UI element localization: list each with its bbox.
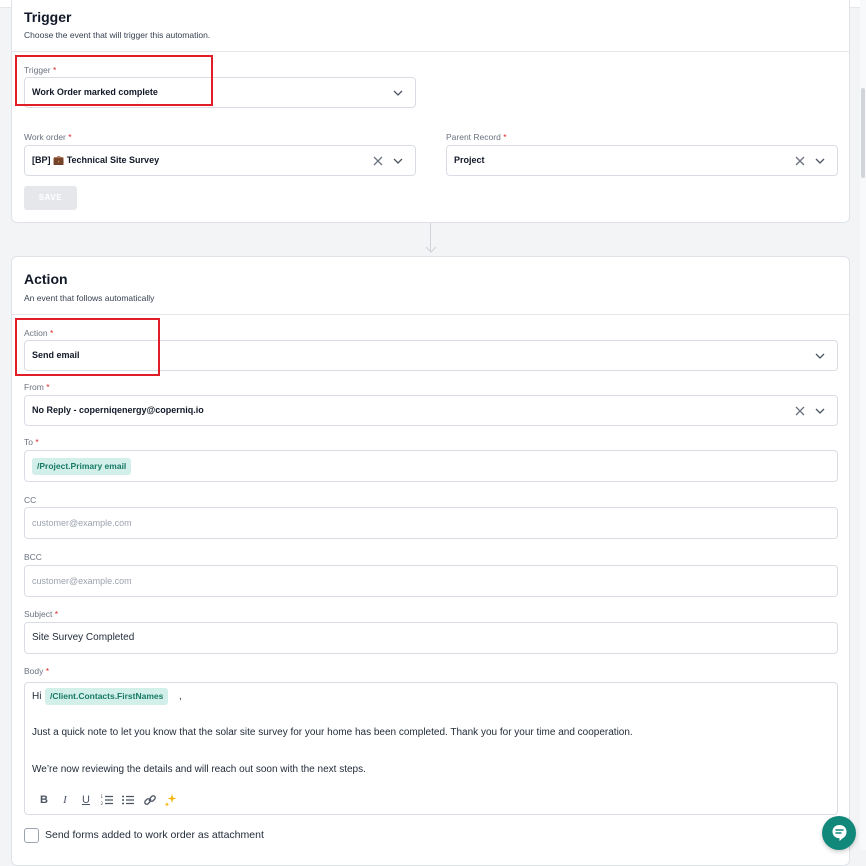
chevron-down-icon[interactable] xyxy=(391,86,405,100)
save-button[interactable]: SAVE xyxy=(24,186,77,210)
body-label: Body * xyxy=(24,666,50,676)
chevron-down-icon[interactable] xyxy=(813,154,827,168)
to-token[interactable]: /Project.Primary email xyxy=(32,458,132,475)
scrollbar[interactable] xyxy=(860,0,866,850)
to-label: To * xyxy=(24,437,39,447)
from-label: From * xyxy=(24,382,50,392)
to-input[interactable]: /Project.Primary email xyxy=(24,450,838,482)
chat-icon xyxy=(832,825,847,841)
attachment-checkbox-label: Send forms added to work order as attach… xyxy=(45,829,264,841)
body-greeting-suffix: , xyxy=(179,691,182,702)
chevron-down-icon[interactable] xyxy=(813,349,827,363)
underline-button[interactable]: U xyxy=(79,793,93,807)
trigger-title: Trigger xyxy=(24,9,72,25)
from-select[interactable]: No Reply - coperniqenergy@coperniq.io xyxy=(24,395,838,426)
body-greeting: Hi xyxy=(32,691,42,702)
from-value: No Reply - coperniqenergy@coperniq.io xyxy=(32,405,204,415)
bcc-label: BCC xyxy=(24,552,42,562)
clear-icon[interactable] xyxy=(793,154,807,168)
chat-button[interactable] xyxy=(822,816,856,850)
trigger-highlight xyxy=(15,55,213,106)
parent-record-label: Parent Record * xyxy=(446,132,507,142)
bold-button[interactable]: B xyxy=(37,793,51,807)
chevron-down-icon[interactable] xyxy=(813,404,827,418)
clear-icon[interactable] xyxy=(371,154,385,168)
action-subtitle: An event that follows automatically xyxy=(24,293,155,303)
bcc-input[interactable]: customer@example.com xyxy=(24,565,838,597)
parent-record-value: Project xyxy=(454,155,485,165)
clear-icon[interactable] xyxy=(793,404,807,418)
action-title: Action xyxy=(24,271,68,287)
trigger-subtitle: Choose the event that will trigger this … xyxy=(24,30,211,40)
cc-label: CC xyxy=(24,495,37,505)
subject-input[interactable]: Site Survey Completed xyxy=(24,622,838,654)
body-editor[interactable]: Hi /Client.Contacts.FirstNames , Just a … xyxy=(24,682,838,815)
trigger-divider xyxy=(12,51,849,52)
arrow-down-icon xyxy=(425,246,437,253)
svg-text:1: 1 xyxy=(101,794,104,799)
sparkle-icon[interactable] xyxy=(164,793,178,807)
cc-placeholder: customer@example.com xyxy=(32,518,132,528)
action-divider xyxy=(12,314,849,315)
subject-label: Subject * xyxy=(24,609,59,619)
link-icon[interactable] xyxy=(143,793,157,807)
scrollbar-thumb[interactable] xyxy=(861,88,865,178)
work-order-label: Work order * xyxy=(24,132,72,142)
body-token[interactable]: /Client.Contacts.FirstNames xyxy=(45,688,169,705)
trigger-card: Trigger Choose the event that will trigg… xyxy=(11,0,850,223)
action-highlight xyxy=(15,318,160,376)
body-paragraph-1: Just a quick note to let you know that t… xyxy=(32,727,633,738)
chevron-down-icon[interactable] xyxy=(391,154,405,168)
italic-button[interactable]: I xyxy=(58,793,72,807)
ordered-list-icon[interactable]: 12 xyxy=(100,793,114,807)
svg-text:2: 2 xyxy=(101,801,104,806)
bcc-placeholder: customer@example.com xyxy=(32,576,132,586)
body-paragraph-2: We’re now reviewing the details and will… xyxy=(32,764,366,775)
work-order-value: [BP] 💼 Technical Site Survey xyxy=(32,155,160,165)
attachment-checkbox[interactable] xyxy=(24,828,39,843)
parent-record-select[interactable]: Project xyxy=(446,145,838,176)
cc-input[interactable]: customer@example.com xyxy=(24,507,838,539)
subject-value: Site Survey Completed xyxy=(32,632,135,643)
bullet-list-icon[interactable] xyxy=(121,793,135,807)
work-order-select[interactable]: [BP] 💼 Technical Site Survey xyxy=(24,145,416,176)
